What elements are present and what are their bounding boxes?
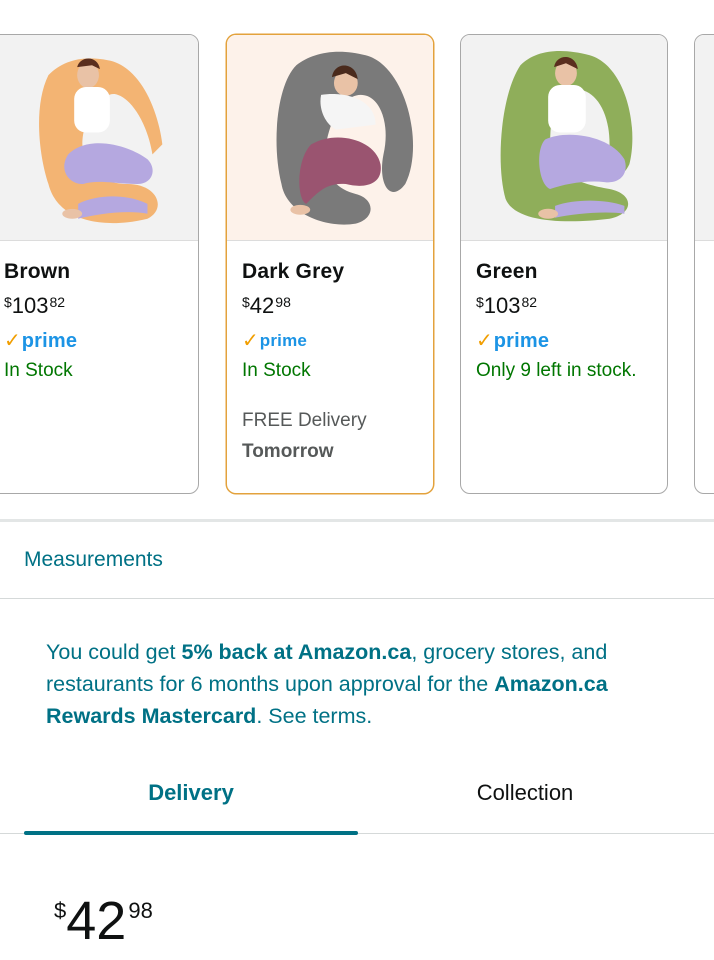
variant-price: $42 98 — [242, 293, 291, 318]
variant-carousel: Brown $10382 ✓prime In Stock Dark Grey — [0, 0, 714, 510]
fulfillment-tabs: Delivery Collection — [0, 772, 714, 835]
measurements-link[interactable]: Measurements — [24, 548, 163, 572]
variant-color-name: Dark Grey — [242, 260, 345, 283]
delivery-day: Tomorrow — [242, 441, 334, 462]
prime-badge: ✓ prime — [242, 330, 308, 352]
section-divider — [0, 598, 714, 599]
stock-status: Only 9 left in stock. — [476, 360, 637, 381]
product-image-green — [461, 35, 667, 241]
prime-check-icon: ✓ — [242, 330, 259, 352]
prime-check-icon: ✓ — [4, 330, 21, 352]
prime-badge: ✓ prime — [4, 329, 78, 352]
variant-price: $103 82 — [4, 293, 66, 318]
selected-price: $42 98 — [54, 891, 153, 951]
variant-card-dark-grey[interactable]: Dark Grey $42 98 ✓ prime In Stock FREE Del… — [226, 34, 434, 494]
product-image-dark-grey — [227, 35, 433, 241]
variant-card-brown[interactable]: Brown $103 82 ✓ prime In Stock — [0, 34, 199, 494]
variant-card-green[interactable]: Green $103 82 ✓ prime Only 9 left in stock… — [460, 34, 668, 494]
prime-badge: ✓ prime — [476, 329, 550, 352]
delivery-info: FREE Delivery — [242, 410, 367, 431]
product-image-next — [695, 35, 714, 241]
rewards-promo[interactable]: You could get 5% back at Amazon.ca, groc… — [46, 636, 686, 732]
variant-color-name: Green — [476, 260, 538, 283]
stock-status: In Stock — [4, 360, 73, 381]
variant-price: $103 82 — [476, 293, 538, 318]
tab-collection[interactable]: Collection — [358, 772, 692, 834]
tab-delivery[interactable]: Delivery — [24, 772, 358, 835]
stock-status: In Stock — [242, 360, 311, 381]
prime-check-icon: ✓ — [476, 330, 493, 352]
product-image-brown — [0, 35, 198, 241]
variant-card-next[interactable] — [694, 34, 714, 494]
section-divider — [0, 519, 714, 522]
variant-color-name: Brown — [4, 260, 71, 283]
